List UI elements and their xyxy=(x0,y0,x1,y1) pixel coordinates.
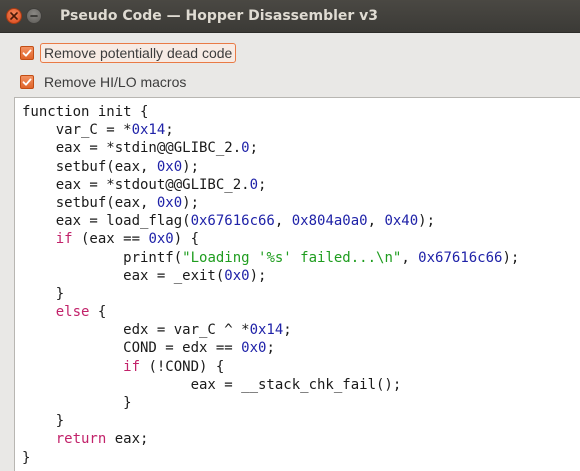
code-token: 0x0 xyxy=(224,267,250,284)
pseudo-code-text: function init { var_C = *0x14; eax = *st… xyxy=(22,103,519,467)
code-line: setbuf(eax, 0x0); xyxy=(22,194,519,212)
remove-dead-code-checkbox[interactable] xyxy=(20,46,34,60)
code-token: 0 xyxy=(241,140,250,157)
code-line: return eax; xyxy=(22,430,519,448)
code-token: { xyxy=(89,304,107,321)
code-line: edx = var_C ^ *0x14; xyxy=(22,321,519,339)
code-line: } xyxy=(22,394,519,412)
code-token: } xyxy=(22,413,65,430)
window-title: Pseudo Code — Hopper Disassembler v3 xyxy=(60,8,379,24)
code-token: 0x0 xyxy=(156,158,183,175)
code-line: function init { xyxy=(22,103,519,121)
code-token: 0x14 xyxy=(131,122,166,139)
code-token: 0x0 xyxy=(156,194,183,211)
minimize-icon[interactable] xyxy=(26,8,42,24)
code-token: printf( xyxy=(22,249,183,266)
code-line: eax = *stdout@@GLIBC_2.0; xyxy=(22,176,519,194)
checkmark-icon xyxy=(22,78,32,86)
code-line: eax = load_flag(0x67616c66, 0x804a0a0, 0… xyxy=(22,212,519,230)
code-token: ; xyxy=(283,322,292,339)
code-token: if xyxy=(123,358,141,375)
code-token: } xyxy=(22,285,65,302)
code-line: } xyxy=(22,412,519,430)
code-token: } xyxy=(22,395,132,411)
code-token: ); xyxy=(418,213,436,230)
code-token: ; xyxy=(258,176,267,193)
code-line: eax = _exit(0x0); xyxy=(22,267,519,285)
code-line: setbuf(eax, 0x0); xyxy=(22,158,519,176)
code-line: else { xyxy=(22,303,519,321)
code-line: if (eax == 0x0) { xyxy=(22,230,519,248)
code-token: else xyxy=(55,304,90,321)
title-bar[interactable]: Pseudo Code — Hopper Disassembler v3 xyxy=(0,0,580,33)
code-line: } xyxy=(22,449,519,467)
remove-hilo-macros-checkbox[interactable] xyxy=(20,75,34,89)
remove-hilo-macros-option[interactable]: Remove HI/LO macros xyxy=(20,71,190,93)
code-token: 0x14 xyxy=(249,322,284,339)
code-token: ; xyxy=(249,140,259,157)
code-token: 0x40 xyxy=(384,213,419,230)
code-token: "Loading '%s' failed...\n" xyxy=(182,249,402,266)
checkmark-icon xyxy=(22,49,32,57)
code-line: printf("Loading '%s' failed...\n", 0x676… xyxy=(22,249,519,267)
code-token: edx = var_C ^ * xyxy=(22,322,250,339)
code-token: eax = *stdin@@GLIBC_2. xyxy=(22,140,242,157)
code-token: eax = __stack_chk_fail(); xyxy=(22,376,402,393)
code-line: eax = __stack_chk_fail(); xyxy=(22,376,519,394)
code-token: COND = edx == xyxy=(22,340,242,357)
code-token: if xyxy=(55,231,73,248)
remove-hilo-macros-label[interactable]: Remove HI/LO macros xyxy=(40,72,190,92)
code-token: } xyxy=(22,449,31,466)
code-line: var_C = *0x14; xyxy=(22,121,519,139)
code-token: (!COND) { xyxy=(140,358,225,375)
code-token: ); xyxy=(182,194,200,211)
code-line: eax = *stdin@@GLIBC_2.0; xyxy=(22,139,519,157)
code-token: var_C = * xyxy=(22,122,132,139)
code-token: 0x804a0a0 xyxy=(291,213,368,230)
code-token: ; xyxy=(266,340,275,357)
code-line: if (!COND) { xyxy=(22,358,519,376)
code-token: eax; xyxy=(106,431,149,448)
code-token: , xyxy=(401,249,419,266)
code-token: setbuf(eax, xyxy=(22,194,157,211)
code-token: ); xyxy=(182,158,200,175)
code-token: (eax == xyxy=(72,231,149,248)
code-line: } xyxy=(22,285,519,303)
code-line: COND = edx == 0x0; xyxy=(22,339,519,357)
code-token: , xyxy=(274,213,292,230)
code-token: function init { xyxy=(22,104,149,120)
code-token: setbuf(eax, xyxy=(22,158,157,175)
remove-dead-code-label[interactable]: Remove potentially dead code xyxy=(40,43,237,63)
code-token: , xyxy=(367,213,385,230)
close-icon[interactable] xyxy=(6,8,22,24)
code-token: ; xyxy=(165,122,174,139)
code-token: 0x0 xyxy=(148,231,174,248)
code-token: 0x0 xyxy=(241,340,267,357)
code-token: eax = _exit( xyxy=(22,267,225,284)
code-token: ) { xyxy=(173,231,200,248)
remove-dead-code-option[interactable]: Remove potentially dead code xyxy=(20,42,237,64)
pseudo-code-view[interactable]: function init { var_C = *0x14; eax = *st… xyxy=(14,97,580,471)
code-token: 0 xyxy=(249,176,259,193)
code-token: return xyxy=(55,431,107,448)
code-token: eax = *stdout@@GLIBC_2. xyxy=(22,176,250,193)
code-token: ); xyxy=(502,249,520,266)
code-token: 0x67616c66 xyxy=(190,213,275,230)
code-token: 0x67616c66 xyxy=(418,249,503,266)
code-token: eax = load_flag( xyxy=(22,213,191,230)
code-token: ); xyxy=(249,267,267,284)
